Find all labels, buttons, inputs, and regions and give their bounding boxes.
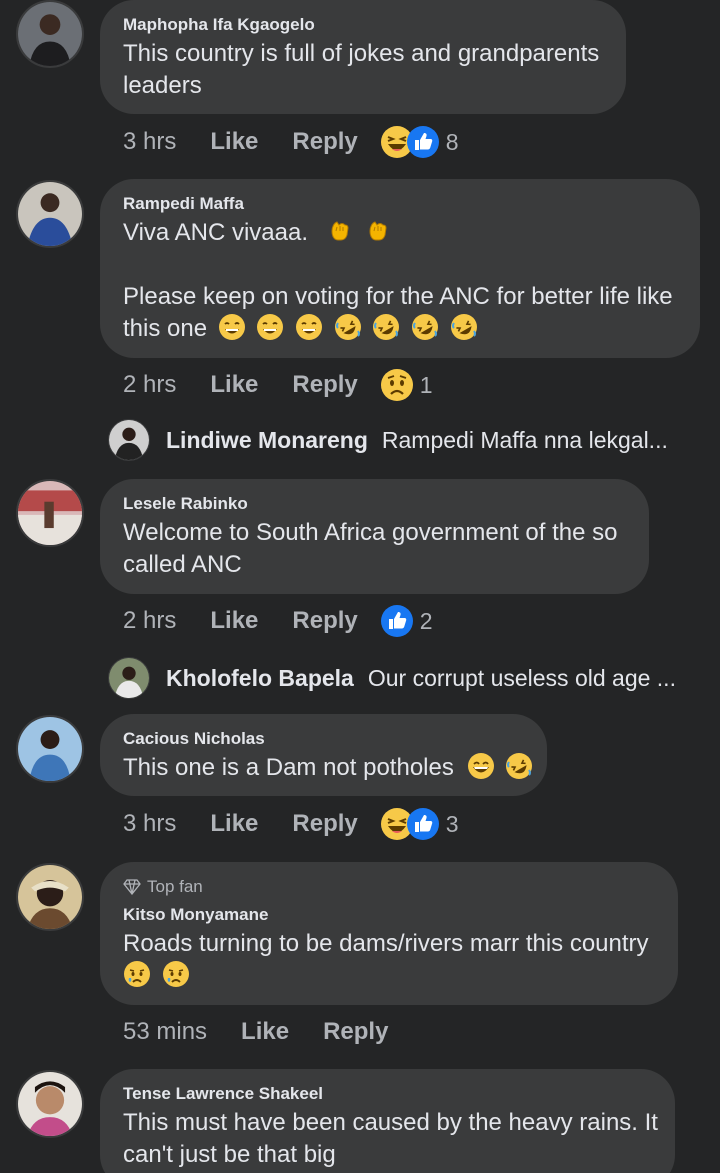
crying-face-icon (123, 960, 151, 988)
like-button[interactable]: Like (210, 810, 258, 838)
rolling-laughing-icon (411, 313, 439, 341)
comment-author[interactable]: Kitso Monyamane (123, 904, 654, 926)
reaction-summary[interactable]: 3 (380, 807, 459, 841)
comment-text: This country is full of jokes and grandp… (123, 40, 600, 99)
comment-text: Viva ANC vivaaa. Please keep on voting f… (123, 217, 673, 342)
reply-text: Rampedi Maffa nna lekgal... (381, 426, 668, 453)
avatar[interactable] (16, 180, 84, 248)
comment-text: Welcome to South Africa government of th… (123, 519, 618, 578)
reaction-count: 2 (419, 607, 433, 634)
like-button[interactable]: Like (210, 128, 258, 156)
crying-face-icon (162, 960, 190, 988)
comment-time[interactable]: 3 hrs (123, 128, 176, 156)
rolling-laughing-icon (334, 313, 362, 341)
avatar (108, 657, 150, 699)
comment-text: This one is a Dam not potholes (123, 752, 523, 784)
raised-fist-icon (363, 217, 391, 245)
comment-actions: 3 hrs Like Reply 3 (123, 806, 459, 842)
reaction-summary[interactable]: 8 (380, 125, 459, 159)
rolling-laughing-icon (450, 313, 478, 341)
comment-bubble: Maphopha Ifa Kgaogelo This country is fu… (100, 0, 626, 114)
like-button[interactable]: Like (241, 1018, 289, 1046)
reply-button[interactable]: Reply (292, 607, 357, 635)
top-fan-label: Top fan (147, 877, 203, 896)
avatar[interactable] (16, 863, 84, 931)
reply-button[interactable]: Reply (292, 810, 357, 838)
reaction-count: 1 (419, 371, 433, 398)
reaction-summary[interactable]: 2 (380, 604, 433, 638)
reaction-summary[interactable]: 1 (380, 368, 433, 402)
sad-icon (380, 368, 414, 402)
comment-time[interactable]: 3 hrs (123, 810, 176, 838)
reply-text: Our corrupt useless old age ... (367, 664, 676, 691)
like-button[interactable]: Like (210, 371, 258, 399)
grinning-squint-icon (295, 313, 323, 341)
rolling-laughing-icon (505, 752, 533, 780)
reply-button[interactable]: Reply (292, 128, 357, 156)
comment-bubble: Cacious Nicholas This one is a Dam not p… (100, 714, 547, 796)
rolling-laughing-icon (372, 313, 400, 341)
avatar[interactable] (16, 1070, 84, 1138)
comment-actions: 2 hrs Like Reply 2 (123, 603, 433, 639)
comment-actions: 2 hrs Like Reply 1 (123, 367, 433, 403)
reply-preview[interactable]: Lindiwe Monareng Rampedi Maffa nna lekga… (108, 418, 668, 462)
avatar[interactable] (16, 479, 84, 547)
reaction-count: 3 (445, 810, 459, 837)
reply-author[interactable]: Kholofelo Bapela (166, 665, 354, 692)
comment-author[interactable]: Lesele Rabinko (123, 493, 625, 515)
comment-actions: 53 mins Like Reply (123, 1014, 422, 1050)
reply-button[interactable]: Reply (292, 371, 357, 399)
comment-bubble: Lesele Rabinko Welcome to South Africa g… (100, 479, 649, 594)
avatar[interactable] (16, 715, 84, 783)
reaction-count: 8 (445, 128, 459, 155)
like-button[interactable]: Like (210, 607, 258, 635)
comment-text: Roads turning to be dams/rivers marr thi… (123, 928, 654, 992)
raised-fist-icon (325, 217, 353, 245)
comment-bubble: Rampedi Maffa Viva ANC vivaaa. Please ke… (100, 179, 700, 358)
comment-author[interactable]: Cacious Nicholas (123, 728, 523, 750)
diamond-icon (123, 879, 141, 895)
grinning-squint-icon (256, 313, 284, 341)
comment-time[interactable]: 2 hrs (123, 371, 176, 399)
comment-time[interactable]: 53 mins (123, 1018, 207, 1046)
reply-preview[interactable]: Kholofelo Bapela Our corrupt useless old… (108, 656, 676, 700)
comment-bubble: Top fan Kitso Monyamane Roads turning to… (100, 862, 678, 1005)
comment-time[interactable]: 2 hrs (123, 607, 176, 635)
top-fan-badge[interactable]: Top fan (123, 876, 654, 898)
beaming-face-icon (467, 752, 495, 780)
avatar (108, 419, 150, 461)
comment-author[interactable]: Maphopha Ifa Kgaogelo (123, 14, 602, 36)
like-icon (406, 125, 440, 159)
avatar[interactable] (16, 0, 84, 68)
reply-author[interactable]: Lindiwe Monareng (166, 427, 368, 454)
comment-text: This must have been caused by the heavy … (123, 1109, 658, 1168)
reply-button[interactable]: Reply (323, 1018, 388, 1046)
grinning-squint-icon (218, 313, 246, 341)
like-icon (406, 807, 440, 841)
comment-actions: 3 hrs Like Reply 8 (123, 124, 459, 160)
like-icon (380, 604, 414, 638)
comment-author[interactable]: Rampedi Maffa (123, 193, 676, 215)
comment-bubble: Tense Lawrence Shakeel This must have be… (100, 1069, 675, 1173)
comment-author[interactable]: Tense Lawrence Shakeel (123, 1083, 651, 1105)
